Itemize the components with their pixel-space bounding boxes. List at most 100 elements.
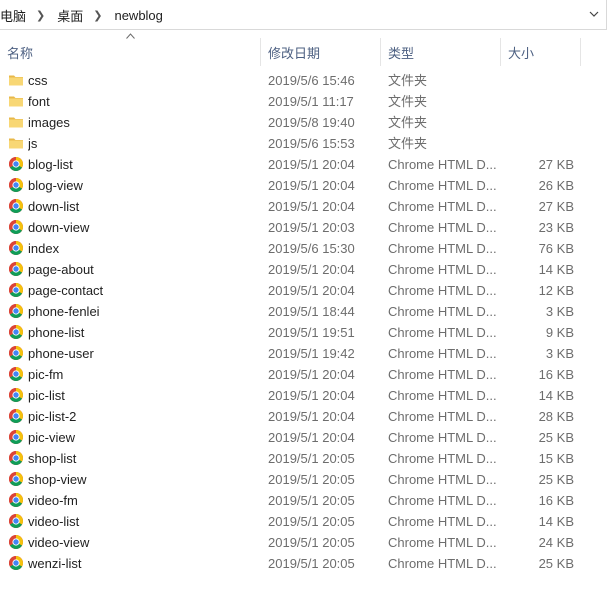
- file-row[interactable]: font 2019/5/1 11:17 文件夹: [0, 91, 581, 112]
- chrome-icon: [8, 471, 24, 487]
- file-size: 16 KB: [538, 367, 574, 382]
- file-modified-date: 2019/5/8 19:40: [268, 115, 355, 130]
- file-row[interactable]: pic-list 2019/5/1 20:04 Chrome HTML D...…: [0, 385, 581, 406]
- file-size: 76 KB: [538, 241, 574, 256]
- file-row[interactable]: pic-list-2 2019/5/1 20:04 Chrome HTML D.…: [0, 406, 581, 427]
- file-modified-date: 2019/5/6 15:30: [268, 241, 355, 256]
- file-size: 27 KB: [538, 199, 574, 214]
- file-name: phone-list: [28, 325, 85, 340]
- file-row[interactable]: blog-list 2019/5/1 20:04 Chrome HTML D..…: [0, 154, 581, 175]
- file-type: Chrome HTML D...: [388, 535, 497, 550]
- breadcrumb-item-current-folder[interactable]: newblog: [112, 8, 164, 23]
- file-size: 16 KB: [538, 493, 574, 508]
- file-name: down-list: [28, 199, 80, 214]
- chevron-down-icon[interactable]: [589, 9, 599, 19]
- breadcrumb: 电脑 ❯ 桌面 ❯ newblog: [0, 6, 165, 24]
- folder-icon: [8, 72, 24, 88]
- file-modified-date: 2019/5/6 15:46: [268, 73, 355, 88]
- folder-icon: [8, 135, 24, 151]
- file-name: blog-view: [28, 178, 83, 193]
- file-row[interactable]: wenzi-list 2019/5/1 20:05 Chrome HTML D.…: [0, 553, 581, 574]
- column-header-label: 修改日期: [268, 45, 321, 61]
- file-row[interactable]: video-fm 2019/5/1 20:05 Chrome HTML D...…: [0, 490, 581, 511]
- chrome-icon: [8, 240, 24, 256]
- file-type: Chrome HTML D...: [388, 325, 497, 340]
- column-header-date[interactable]: 修改日期: [261, 38, 381, 66]
- chrome-icon: [8, 324, 24, 340]
- file-row[interactable]: video-view 2019/5/1 20:05 Chrome HTML D.…: [0, 532, 581, 553]
- chrome-icon: [8, 303, 24, 319]
- file-modified-date: 2019/5/1 20:04: [268, 178, 355, 193]
- file-name: video-list: [28, 514, 80, 529]
- file-row[interactable]: shop-view 2019/5/1 20:05 Chrome HTML D..…: [0, 469, 581, 490]
- file-row[interactable]: phone-fenlei 2019/5/1 18:44 Chrome HTML …: [0, 301, 581, 322]
- file-size: 14 KB: [538, 262, 574, 277]
- file-name: shop-list: [28, 451, 77, 466]
- file-row[interactable]: pic-fm 2019/5/1 20:04 Chrome HTML D... 1…: [0, 364, 581, 385]
- file-row[interactable]: shop-list 2019/5/1 20:05 Chrome HTML D..…: [0, 448, 581, 469]
- file-row[interactable]: down-view 2019/5/1 20:03 Chrome HTML D..…: [0, 217, 581, 238]
- breadcrumb-item-desktop[interactable]: 桌面: [55, 6, 85, 25]
- file-list: css 2019/5/6 15:46 文件夹 font 2019/5/1 11:…: [0, 70, 609, 574]
- file-modified-date: 2019/5/1 20:05: [268, 514, 355, 529]
- file-row[interactable]: blog-view 2019/5/1 20:04 Chrome HTML D..…: [0, 175, 581, 196]
- file-row[interactable]: js 2019/5/6 15:53 文件夹: [0, 133, 581, 154]
- column-header-label: 类型: [388, 45, 415, 61]
- file-size: 28 KB: [538, 409, 574, 424]
- column-header-label: 名称: [7, 45, 34, 61]
- file-name: js: [28, 136, 38, 151]
- file-row[interactable]: index 2019/5/6 15:30 Chrome HTML D... 76…: [0, 238, 581, 259]
- file-size: 25 KB: [538, 556, 574, 571]
- file-size: 27 KB: [538, 157, 574, 172]
- file-size: 9 KB: [545, 325, 574, 340]
- file-type: Chrome HTML D...: [388, 262, 497, 277]
- file-row[interactable]: video-list 2019/5/1 20:05 Chrome HTML D.…: [0, 511, 581, 532]
- file-size: 15 KB: [538, 451, 574, 466]
- file-type: 文件夹: [388, 136, 428, 151]
- file-name: pic-list: [28, 388, 65, 403]
- file-modified-date: 2019/5/1 20:04: [268, 409, 355, 424]
- chevron-right-icon[interactable]: ❯: [93, 9, 102, 22]
- file-type: Chrome HTML D...: [388, 241, 497, 256]
- column-divider[interactable]: [580, 38, 581, 66]
- file-name: css: [28, 73, 48, 88]
- file-type: Chrome HTML D...: [388, 157, 497, 172]
- file-type: Chrome HTML D...: [388, 388, 497, 403]
- file-name: pic-view: [28, 430, 75, 445]
- file-name: pic-fm: [28, 367, 64, 382]
- file-size: [501, 70, 574, 91]
- file-row[interactable]: page-contact 2019/5/1 20:04 Chrome HTML …: [0, 280, 581, 301]
- file-size: 12 KB: [538, 283, 574, 298]
- chrome-icon: [8, 282, 24, 298]
- file-name: blog-list: [28, 157, 73, 172]
- file-modified-date: 2019/5/1 20:04: [268, 262, 355, 277]
- file-size: 25 KB: [538, 430, 574, 445]
- file-modified-date: 2019/5/6 15:53: [268, 136, 355, 151]
- file-row[interactable]: page-about 2019/5/1 20:04 Chrome HTML D.…: [0, 259, 581, 280]
- file-type: 文件夹: [388, 94, 428, 109]
- column-header-name[interactable]: 名称: [0, 38, 261, 66]
- file-type: Chrome HTML D...: [388, 304, 497, 319]
- address-bar[interactable]: 电脑 ❯ 桌面 ❯ newblog: [0, 0, 607, 30]
- chrome-icon: [8, 534, 24, 550]
- file-row[interactable]: pic-view 2019/5/1 20:04 Chrome HTML D...…: [0, 427, 581, 448]
- file-row[interactable]: phone-user 2019/5/1 19:42 Chrome HTML D.…: [0, 343, 581, 364]
- file-type: Chrome HTML D...: [388, 514, 497, 529]
- breadcrumb-item-computer[interactable]: 电脑: [0, 6, 28, 25]
- file-row[interactable]: css 2019/5/6 15:46 文件夹: [0, 70, 581, 91]
- chrome-icon: [8, 177, 24, 193]
- file-row[interactable]: images 2019/5/8 19:40 文件夹: [0, 112, 581, 133]
- file-modified-date: 2019/5/1 20:05: [268, 556, 355, 571]
- file-name: pic-list-2: [28, 409, 77, 424]
- file-modified-date: 2019/5/1 19:42: [268, 346, 355, 361]
- file-modified-date: 2019/5/1 18:44: [268, 304, 355, 319]
- chevron-right-icon[interactable]: ❯: [36, 9, 45, 22]
- file-size: 3 KB: [545, 346, 574, 361]
- file-type: 文件夹: [388, 73, 428, 88]
- file-name: phone-fenlei: [28, 304, 100, 319]
- file-modified-date: 2019/5/1 20:05: [268, 493, 355, 508]
- file-row[interactable]: down-list 2019/5/1 20:04 Chrome HTML D..…: [0, 196, 581, 217]
- file-row[interactable]: phone-list 2019/5/1 19:51 Chrome HTML D.…: [0, 322, 581, 343]
- column-header-size[interactable]: 大小: [501, 38, 581, 66]
- column-header-type[interactable]: 类型: [381, 38, 501, 66]
